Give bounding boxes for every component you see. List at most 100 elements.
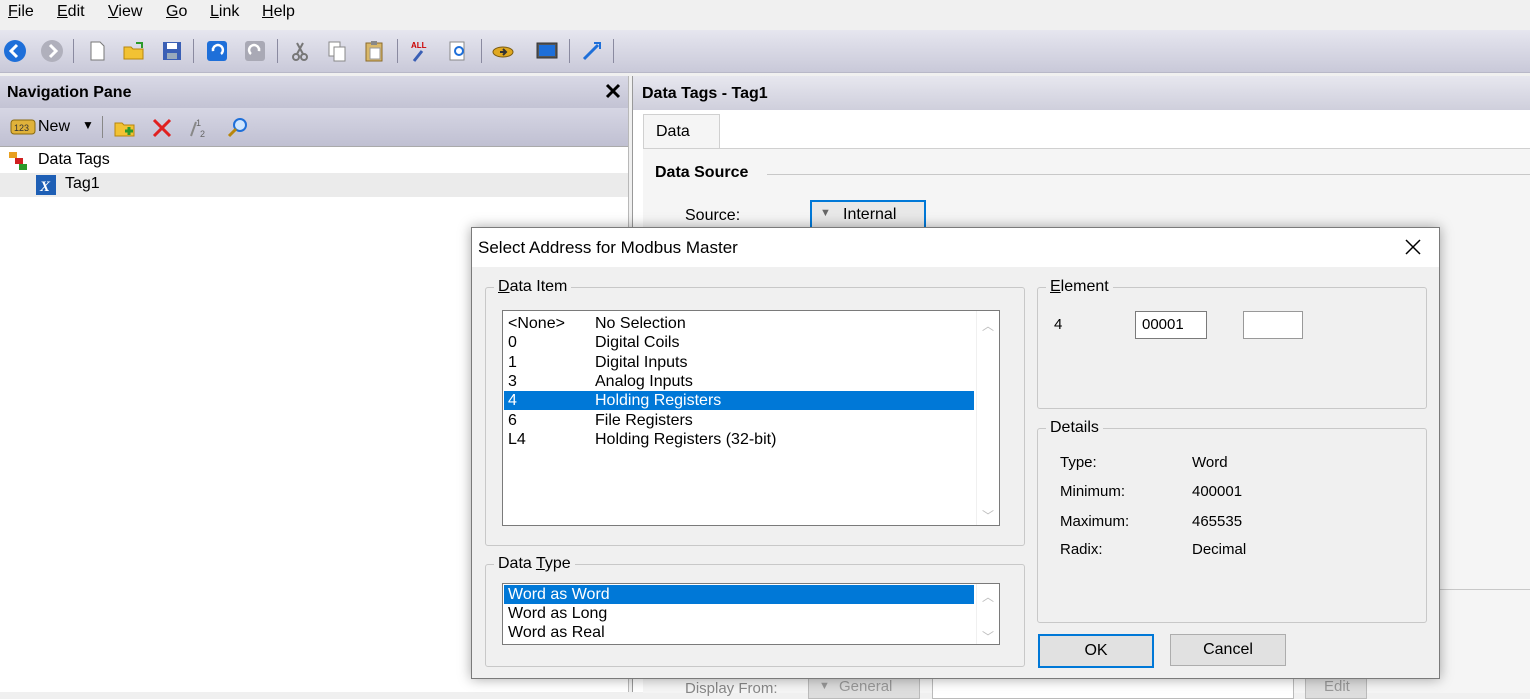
data-item-listbox[interactable]: <None> No Selection 0 Digital Coils 1 Digit… [502, 310, 1000, 526]
toolbar-separator [481, 39, 482, 63]
new-folder-icon[interactable] [113, 116, 137, 140]
toolbar-separator [102, 116, 103, 138]
ok-button[interactable]: OK [1038, 634, 1154, 668]
menu-link[interactable]: Link [210, 3, 239, 21]
chevron-down-icon[interactable]: ▼ [82, 118, 94, 132]
element-legend: Element [1050, 278, 1109, 295]
toolbar-separator [193, 39, 194, 63]
link-icon[interactable] [491, 39, 515, 63]
cancel-button[interactable]: Cancel [1170, 634, 1286, 666]
element-bit-input[interactable] [1243, 311, 1303, 339]
element-prefix: 4 [1054, 316, 1063, 333]
new-document-icon[interactable] [85, 39, 109, 63]
list-item[interactable]: Word as Real [504, 623, 974, 642]
tree-item-label: Data Tags [38, 151, 110, 168]
display-from-value: General [839, 678, 893, 695]
tree-item-tag1[interactable]: X Tag1 [0, 173, 628, 197]
data-source-heading: Data Source [655, 164, 749, 181]
data-item-scrollbar[interactable]: ︿ ﹀ [976, 311, 999, 525]
redo-icon[interactable] [243, 39, 267, 63]
forward-icon[interactable] [40, 39, 64, 63]
list-item[interactable]: 0 Digital Coils [504, 333, 974, 352]
display-from-label: Display From: [685, 680, 778, 697]
tree-item-label: Tag1 [65, 175, 100, 192]
svg-text:ALL: ALL [411, 41, 427, 50]
undo-icon[interactable] [205, 39, 229, 63]
list-item-selected[interactable]: Word as Word [504, 585, 974, 604]
toolbar-separator [397, 39, 398, 63]
cut-icon[interactable] [288, 39, 312, 63]
menu-go[interactable]: Go [166, 3, 187, 21]
list-item[interactable]: 3 Analog Inputs [504, 372, 974, 391]
data-type-scrollbar[interactable]: ︿ ﹀ [976, 584, 999, 644]
paste-icon[interactable] [362, 39, 386, 63]
scroll-down-icon[interactable]: ﹀ [982, 507, 994, 523]
list-item[interactable]: 1 Digital Inputs [504, 353, 974, 372]
display-from-dropdown[interactable]: ▼ General [808, 677, 920, 699]
open-folder-icon[interactable] [122, 39, 146, 63]
radix-label: Radix: [1060, 541, 1103, 558]
svg-text:123: 123 [14, 123, 29, 133]
details-legend: Details [1050, 419, 1099, 436]
edit-button[interactable]: Edit [1305, 677, 1367, 699]
save-icon[interactable] [160, 39, 184, 63]
toolbar-separator [569, 39, 570, 63]
dialog-title-bar: Select Address for Modbus Master [472, 228, 1439, 267]
close-icon[interactable] [1403, 237, 1423, 257]
list-item[interactable]: L4 Holding Registers (32-bit) [504, 430, 974, 449]
select-address-dialog: Select Address for Modbus Master Data It… [471, 227, 1440, 679]
element-address-input[interactable]: 00001 [1135, 311, 1207, 339]
menu-help[interactable]: Help [262, 3, 295, 21]
find-all-icon[interactable]: ALL [408, 39, 432, 63]
source-dropdown[interactable]: ▼ Internal [810, 200, 926, 230]
close-icon[interactable] [603, 81, 623, 101]
scroll-up-icon[interactable]: ︿ [982, 588, 994, 604]
tab-label: Data [656, 123, 690, 140]
toolbar-separator [613, 39, 614, 63]
menu-bar: File Edit View Go Link Help [0, 0, 1530, 26]
edit-button-label: Edit [1324, 678, 1350, 695]
navigation-toolbar: 123 New ▼ 12 [0, 108, 628, 147]
search-icon[interactable] [226, 116, 250, 140]
divider [767, 174, 1530, 175]
list-item[interactable]: 6 File Registers [504, 411, 974, 430]
display-icon[interactable] [535, 39, 559, 63]
menu-edit[interactable]: Edit [57, 3, 85, 21]
svg-text:1: 1 [196, 118, 201, 128]
maximum-value: 465535 [1192, 513, 1243, 530]
new-button-label[interactable]: New [38, 118, 70, 136]
menu-view[interactable]: View [108, 3, 142, 21]
list-item[interactable]: Word as Long [504, 604, 974, 623]
data-type-legend: Data Type [498, 555, 571, 572]
source-value: Internal [843, 206, 897, 223]
toolbar-separator [73, 39, 74, 63]
menu-file[interactable]: File [8, 3, 34, 21]
navigation-pane-title: Navigation Pane [7, 84, 132, 101]
tab-data[interactable]: Data [643, 114, 720, 149]
element-group: Element [1037, 278, 1427, 409]
new-item-icon[interactable]: 123 [10, 117, 36, 137]
main-toolbar: ALL [0, 30, 1530, 73]
minimum-label: Minimum: [1060, 483, 1126, 500]
download-icon[interactable] [580, 39, 604, 63]
svg-text:X: X [39, 179, 51, 195]
navigation-pane-header: Navigation Pane [0, 76, 628, 108]
list-item[interactable]: <None> No Selection [504, 314, 974, 333]
copy-icon[interactable] [325, 39, 349, 63]
chevron-down-icon: ▼ [820, 207, 831, 219]
display-from-field[interactable] [932, 677, 1294, 699]
tree-item-data-tags[interactable]: Data Tags [0, 149, 628, 173]
maximum-label: Maximum: [1060, 513, 1130, 530]
scroll-down-icon[interactable]: ﹀ [982, 628, 994, 644]
list-item-selected[interactable]: 4 Holding Registers [504, 391, 974, 410]
dialog-title: Select Address for Modbus Master [478, 238, 738, 257]
tag-icon: X [36, 175, 56, 195]
delete-icon[interactable] [150, 116, 174, 140]
sort-icon[interactable]: 12 [188, 116, 212, 140]
scroll-up-icon[interactable]: ︿ [982, 317, 994, 333]
back-icon[interactable] [3, 39, 27, 63]
find-replace-icon[interactable] [446, 39, 470, 63]
editor-header: Data Tags - Tag1 [633, 76, 1530, 110]
data-type-listbox[interactable]: Word as Word Word as Long Word as Real ︿… [502, 583, 1000, 645]
data-tags-icon [8, 151, 28, 171]
